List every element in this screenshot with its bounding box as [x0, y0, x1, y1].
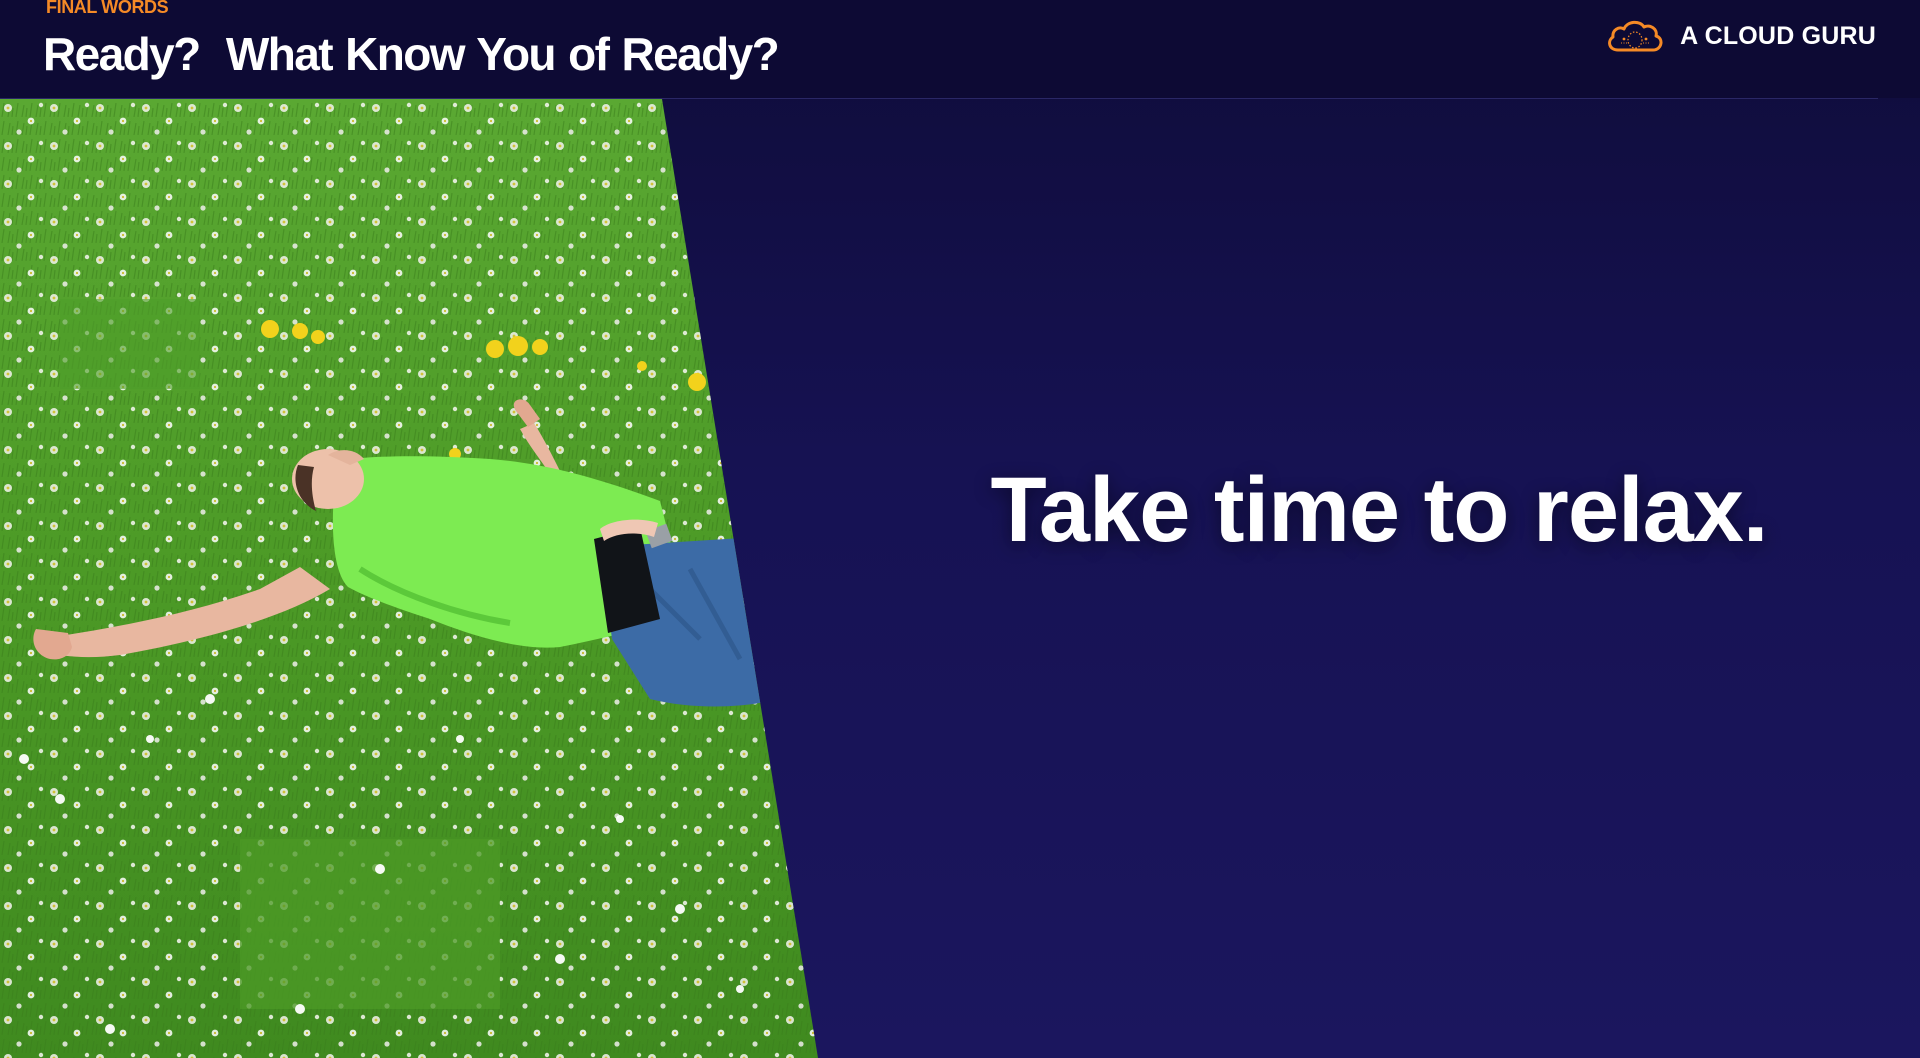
relaxing-man-photo	[0, 99, 818, 1058]
slide-title: Ready? What Know You of Ready?	[43, 28, 780, 80]
brand-name: A CLOUD GURU	[1680, 21, 1876, 50]
section-label: FINAL WORDS	[46, 0, 169, 17]
tagline: Take time to relax.	[990, 459, 1769, 561]
header-bar: FINAL WORDS Ready? What Know You of Read…	[0, 0, 1920, 98]
brand: A CLOUD GURU	[1604, 16, 1876, 56]
cloud-logo-icon	[1608, 20, 1663, 52]
slide: FINAL WORDS Ready? What Know You of Read…	[0, 0, 1920, 1058]
